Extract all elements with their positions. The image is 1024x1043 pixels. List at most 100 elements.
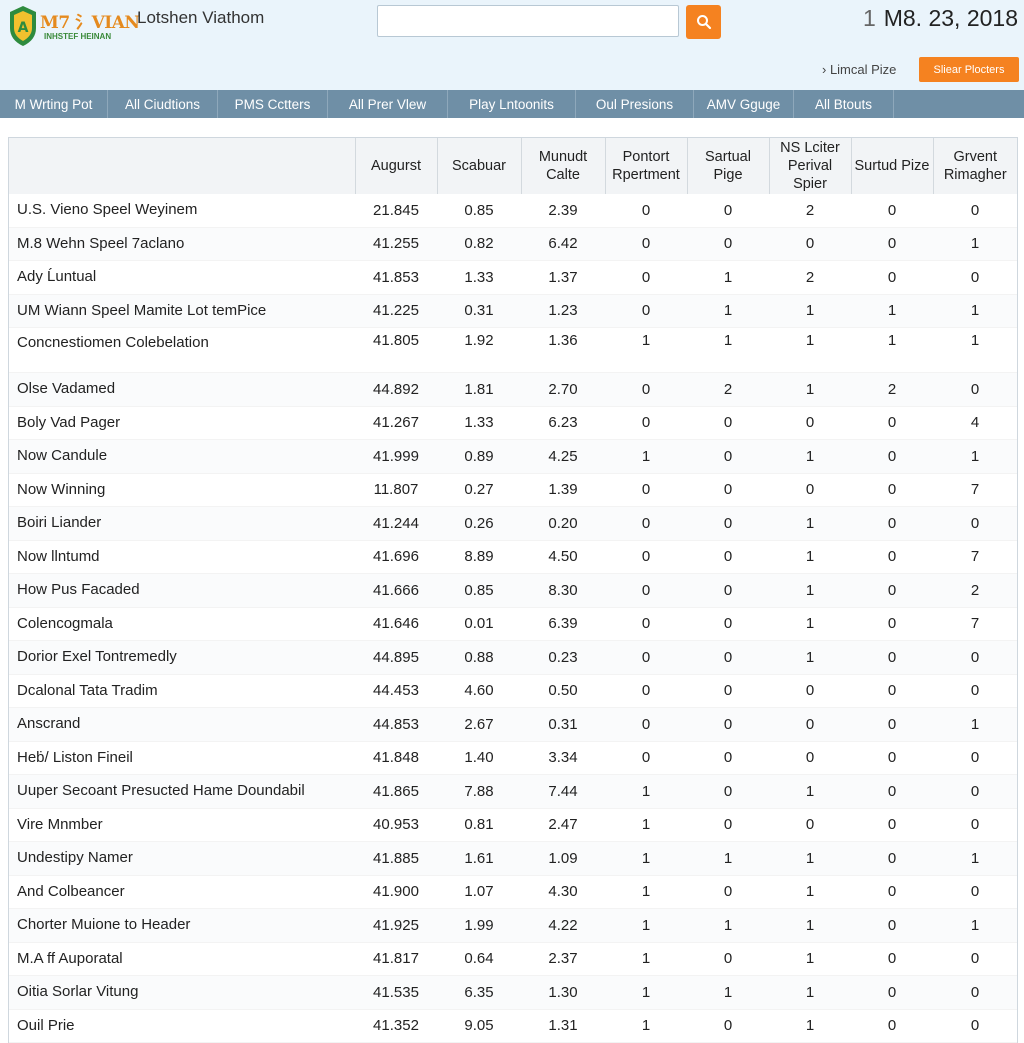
nav-item-all-btouts[interactable]: All Btouts	[794, 90, 894, 118]
table-row[interactable]: Oitia Sorlar Vitung 41.535 6.35 1.30 1 1 1 0 0	[9, 975, 1017, 1010]
column-header[interactable]: NS Lciter Perival Spier	[768, 138, 851, 194]
row-name-cell[interactable]: Heḃ/ Liston Fineil	[9, 741, 355, 775]
row-name-cell[interactable]: Now Candule	[9, 439, 355, 474]
table-row[interactable]: Chorter Muione to Header 41.925 1.99 4.22 1 1…	[9, 908, 1017, 943]
table-row[interactable]: Boly Vad Pager 41.267 1.33 6.23 0 0 0 0 4	[9, 406, 1017, 440]
table-cell: 0	[851, 975, 933, 1010]
row-name-cell[interactable]: Dcalonal Tata Tradim	[9, 674, 355, 708]
nav-item-ciudtions[interactable]: All Ciudtions	[108, 90, 218, 118]
table-row[interactable]: Heḃ/ Liston Fineil 41.848 1.40 3.34 0 0 0 0 0	[9, 741, 1017, 775]
table-cell: 0	[851, 227, 933, 261]
nav-item-amv-gguge[interactable]: AMV Gguge	[694, 90, 794, 118]
row-name-cell[interactable]: Colencogmala	[9, 607, 355, 641]
table-row[interactable]: Anscrand 44.853 2.67 0.31 0 0 0 0 1	[9, 707, 1017, 742]
table-cell: 1	[769, 327, 851, 373]
row-name-cell[interactable]: How Pus Facaded	[9, 573, 355, 608]
shield-logo-icon: A	[10, 6, 36, 46]
table-row[interactable]: Ouil Prie 41.352 9.05 1.31 1 0 1 0 0	[9, 1009, 1017, 1043]
column-header[interactable]	[9, 138, 355, 194]
column-header[interactable]: Augurst	[354, 138, 437, 194]
row-name-cell[interactable]: Undestipy Namer	[9, 841, 355, 876]
row-name-cell[interactable]: Boly Vad Pager	[9, 406, 355, 440]
nav-item-oul-presions[interactable]: Oul Presions	[576, 90, 694, 118]
table-cell: 1	[605, 327, 687, 373]
site-logo[interactable]: A M7 氵VIAN INHSTEF HEINAN	[8, 4, 140, 48]
table-row[interactable]: Colencogmala 41.646 0.01 6.39 0 0 1 0 7	[9, 607, 1017, 641]
column-header[interactable]: Scabuar	[436, 138, 521, 194]
table-cell: 7	[933, 540, 1017, 574]
row-name-cell[interactable]: Oitia Sorlar Vitung	[9, 975, 355, 1010]
nav-item-play-lntoonits[interactable]: Play Lntoonits	[448, 90, 576, 118]
table-cell: 6.39	[521, 607, 605, 641]
row-name-cell[interactable]: Ouil Prie	[9, 1009, 355, 1043]
table-row[interactable]: Now Winning 11.807 0.27 1.39 0 0 0 0 7	[9, 473, 1017, 507]
row-name-cell[interactable]: M.A ff Auporatal	[9, 942, 355, 976]
row-name-cell[interactable]: UM Wiann Speel Mamite Lot temPice	[9, 294, 355, 328]
row-name-cell[interactable]: Ady Ĺuntual	[9, 260, 355, 295]
table-cell: 0.85	[437, 194, 521, 228]
table-cell: 0	[769, 674, 851, 708]
table-row[interactable]: Dorior Exel Tontremedly 44.895 0.88 0.23 0 0 1…	[9, 640, 1017, 675]
table-cell: 4.25	[521, 439, 605, 474]
table-cell: 4.50	[521, 540, 605, 574]
row-name-cell[interactable]: Anscrand	[9, 707, 355, 742]
table-row[interactable]: U.S. Vieno Speel Weyinem 21.845 0.85 2.39 0 0…	[9, 194, 1017, 228]
table-row[interactable]: How Pus Facaded 41.666 0.85 8.30 0 0 1 0 2	[9, 573, 1017, 608]
row-name-cell[interactable]: And Colbeancer	[9, 875, 355, 909]
table-row[interactable]: UM Wiann Speel Mamite Lot temPice 41.225 0…	[9, 294, 1017, 328]
nav-item-wrting-pot[interactable]: M Wrting Pot	[0, 90, 108, 118]
search-input[interactable]	[377, 5, 679, 37]
table-cell: 41.925	[355, 908, 437, 943]
main-nav: M Wrting Pot All Ciudtions PMS Cctters A…	[0, 90, 1024, 118]
limcal-pize-link[interactable]: › Limcal Pize	[822, 62, 896, 77]
table-cell: 1	[605, 908, 687, 943]
table-row[interactable]: Uuper Secoant Presucted Hame Doundabil 41…	[9, 774, 1017, 809]
table-cell: 0	[851, 607, 933, 641]
table-row[interactable]: Ady Ĺuntual 41.853 1.33 1.37 0 1 2 0 0	[9, 260, 1017, 295]
table-row[interactable]: Vire Mnmber 40.953 0.81 2.47 1 0 0 0 0	[9, 808, 1017, 842]
nav-item-prer-vlew[interactable]: All Prer Vlew	[328, 90, 448, 118]
row-name-cell[interactable]: Olse Vadamed	[9, 372, 355, 407]
table-cell: 0	[687, 674, 769, 708]
table-row[interactable]: Concnestiomen Colebelation 41.805 1.92 1.36…	[9, 327, 1017, 373]
table-row[interactable]: Dcalonal Tata Tradim 44.453 4.60 0.50 0 0 0 0 0	[9, 674, 1017, 708]
table-row[interactable]: M.A ff Auporatal 41.817 0.64 2.37 1 0 1 0 0	[9, 942, 1017, 976]
table-cell: 0.31	[437, 294, 521, 328]
table-cell: 0	[605, 640, 687, 675]
row-name-cell[interactable]: U.S. Vieno Speel Weyinem	[9, 194, 355, 228]
row-name-cell[interactable]: Now llntumd	[9, 540, 355, 574]
table-cell: 1	[769, 908, 851, 943]
nav-item-pms-cctters[interactable]: PMS Cctters	[218, 90, 328, 118]
row-name-cell[interactable]: M.8 Wehn Speel 7aclano	[9, 227, 355, 261]
table-cell: 1.36	[521, 327, 605, 373]
search-button[interactable]	[686, 5, 721, 39]
table-cell: 8.30	[521, 573, 605, 608]
table-cell: 0	[687, 406, 769, 440]
column-header[interactable]: Sartual Pige	[686, 138, 769, 194]
row-name-cell[interactable]: Chorter Muione to Header	[9, 908, 355, 943]
sliear-plocters-button[interactable]: Sliear Plocters	[919, 57, 1019, 82]
table-cell: 0	[769, 808, 851, 842]
row-name-cell[interactable]: Concnestiomen Colebelation	[9, 327, 355, 373]
table-row[interactable]: Boiri Liander 41.244 0.26 0.20 0 0 1 0 0	[9, 506, 1017, 541]
table-cell: 0	[933, 260, 1017, 295]
column-header[interactable]: Pontort Rpertment	[604, 138, 687, 194]
table-row[interactable]: M.8 Wehn Speel 7aclano 41.255 0.82 6.42 0 0 0 0…	[9, 227, 1017, 261]
table-row[interactable]: Olse Vadamed 44.892 1.81 2.70 0 2 1 2 0	[9, 372, 1017, 407]
table-row[interactable]: Undestipy Namer 41.885 1.61 1.09 1 1 1 0 1	[9, 841, 1017, 876]
column-header[interactable]: Grvent Rimagher	[932, 138, 1017, 194]
table-cell: 7	[933, 607, 1017, 641]
date-prefix: 1	[862, 5, 876, 31]
row-name-cell[interactable]: Dorior Exel Tontremedly	[9, 640, 355, 675]
row-name-cell[interactable]: Boiri Liander	[9, 506, 355, 541]
column-header[interactable]: Surtud Pize	[850, 138, 933, 194]
table-cell: 0	[687, 607, 769, 641]
row-name-cell[interactable]: Vire Mnmber	[9, 808, 355, 842]
row-name-cell[interactable]: Now Winning	[9, 473, 355, 507]
table-row[interactable]: Now Candule 41.999 0.89 4.25 1 0 1 0 1	[9, 439, 1017, 474]
table-row[interactable]: Now llntumd 41.696 8.89 4.50 0 0 1 0 7	[9, 540, 1017, 574]
row-name-cell[interactable]: Uuper Secoant Presucted Hame Doundabil	[9, 774, 355, 809]
table-row[interactable]: And Colbeancer 41.900 1.07 4.30 1 0 1 0 0	[9, 875, 1017, 909]
table-cell: 0	[933, 774, 1017, 809]
column-header[interactable]: Munudt Calte	[520, 138, 605, 194]
